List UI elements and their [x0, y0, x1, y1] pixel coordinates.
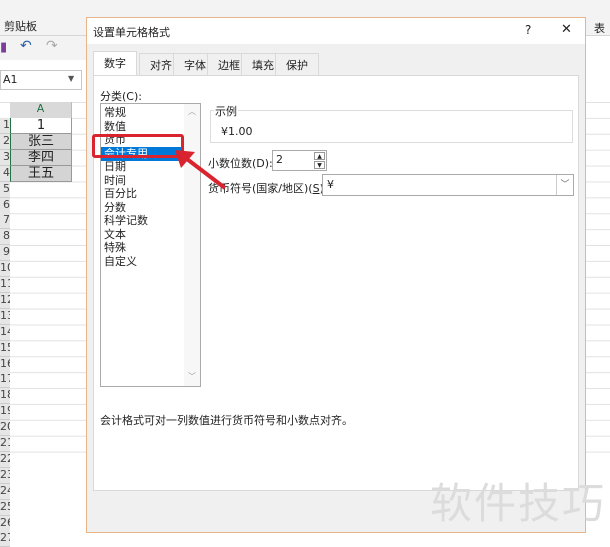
category-item[interactable]: 特殊	[104, 241, 126, 255]
category-label: 分类(C):	[100, 90, 142, 103]
clipboard-group-label: 剪贴板	[4, 20, 37, 33]
decimal-value: 2	[276, 153, 283, 166]
scroll-down-icon[interactable]: ﹀	[188, 371, 196, 382]
highlight-box	[92, 134, 184, 158]
row-header[interactable]: 19	[0, 404, 10, 421]
row-header[interactable]: 1	[0, 118, 10, 134]
category-item[interactable]: 时间	[104, 174, 126, 188]
category-item[interactable]: 科学记数	[104, 214, 148, 228]
row-header[interactable]: 5	[0, 181, 10, 198]
quick-access-toolbar: ▮ ↶ ↷	[0, 36, 86, 60]
redo-icon[interactable]: ↷	[46, 38, 58, 54]
cell[interactable]: 张三	[10, 133, 72, 150]
row-header[interactable]: 27	[0, 531, 10, 547]
row-header[interactable]: 21	[0, 436, 10, 452]
row-header[interactable]: 18	[0, 388, 10, 405]
category-item[interactable]: 日期	[104, 160, 126, 174]
row-header[interactable]: 26	[0, 515, 10, 532]
sample-value: ¥1.00	[221, 125, 253, 138]
row-header[interactable]: 10	[0, 261, 10, 278]
category-item[interactable]: 自定义	[104, 255, 137, 269]
decrement-icon[interactable]: ▼	[314, 161, 325, 169]
cell[interactable]: 1	[10, 118, 72, 134]
format-description: 会计格式可对一列数值进行货币符号和小数点对齐。	[100, 414, 353, 427]
currency-select[interactable]: ¥ ﹀	[322, 174, 574, 196]
row-header[interactable]: 13	[0, 308, 10, 325]
cell[interactable]: 李四	[10, 149, 72, 166]
category-item[interactable]: 百分比	[104, 187, 137, 201]
red-arrow-icon	[175, 150, 227, 190]
category-item[interactable]: 分数	[104, 201, 126, 215]
row-header[interactable]: 6	[0, 197, 10, 214]
row-header[interactable]: 8	[0, 229, 10, 246]
save-icon[interactable]: ▮	[0, 40, 7, 55]
row-header[interactable]: 24	[0, 483, 10, 500]
currency-value: ¥	[327, 178, 334, 191]
row-header[interactable]: 11	[0, 277, 10, 293]
column-header-a[interactable]: A	[10, 102, 72, 118]
watermark: 软件技巧	[430, 479, 607, 528]
row-header[interactable]: 3	[0, 149, 10, 166]
undo-icon[interactable]: ↶	[20, 38, 32, 54]
category-item[interactable]: 数值	[104, 120, 126, 134]
cell[interactable]: 王五	[10, 165, 72, 182]
row-header[interactable]: 25	[0, 499, 10, 516]
ribbon-label: 表	[594, 22, 605, 35]
sample-box: ¥1.00	[210, 110, 573, 143]
dialog-title: 设置单元格格式	[93, 26, 170, 39]
scroll-up-icon[interactable]: ︿	[188, 106, 196, 117]
help-button[interactable]: ?	[525, 23, 531, 37]
close-button[interactable]: ✕	[561, 22, 572, 37]
row-header[interactable]: 2	[0, 133, 10, 150]
row-header[interactable]: 20	[0, 420, 10, 437]
row-header[interactable]: 16	[0, 356, 10, 373]
dialog-titlebar: 设置单元格格式 ? ✕	[87, 18, 585, 44]
format-cells-dialog: 设置单元格格式 ? ✕ 数字 对齐 字体 边框 填充 保护 分类(C): 常规 数值 货币 会计…	[86, 17, 586, 533]
row-header[interactable]: 14	[0, 324, 10, 341]
row-header[interactable]: 15	[0, 340, 10, 357]
decimal-places-stepper[interactable]: 2 ▲ ▼	[272, 150, 327, 171]
chevron-down-icon[interactable]: ▼	[68, 74, 74, 83]
sample-label: 示例	[214, 103, 238, 119]
row-header[interactable]: 4	[0, 165, 10, 182]
row-header[interactable]: 23	[0, 467, 10, 484]
tab-保护[interactable]: 保护	[275, 53, 319, 75]
row-header[interactable]: 22	[0, 451, 10, 468]
chevron-down-icon[interactable]: ﹀	[556, 175, 573, 195]
row-header[interactable]: 9	[0, 245, 10, 262]
category-item[interactable]: 常规	[104, 106, 126, 120]
row-header[interactable]: 12	[0, 292, 10, 309]
category-item[interactable]: 文本	[104, 228, 126, 242]
increment-icon[interactable]: ▲	[314, 152, 325, 160]
row-header[interactable]: 7	[0, 213, 10, 230]
row-header[interactable]: 17	[0, 372, 10, 389]
tab-数字[interactable]: 数字	[93, 51, 137, 76]
